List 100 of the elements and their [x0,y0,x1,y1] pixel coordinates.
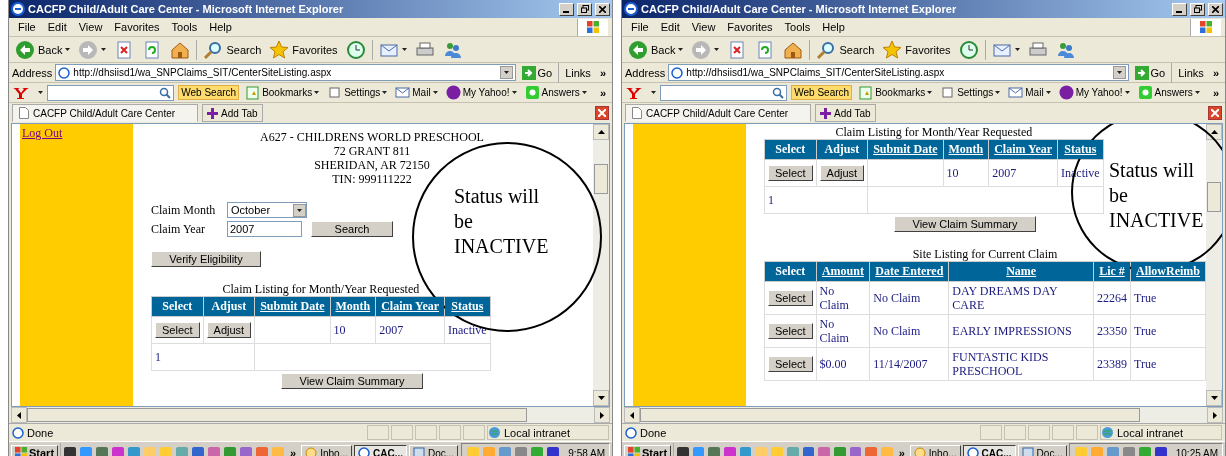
favorites-button[interactable]: Favorites [880,38,953,61]
go-button[interactable]: Go [518,65,556,80]
web-search-button[interactable]: Web Search [791,85,853,100]
scrollbar-thumb[interactable] [594,164,608,194]
close-button[interactable] [595,2,610,16]
mail-button[interactable]: Mail [393,85,440,100]
myyahoo-button[interactable]: My Yahoo! [1056,85,1132,100]
menu-item[interactable]: Tools [779,21,816,33]
yahoo-search-field[interactable] [660,84,788,101]
column-header[interactable]: Submit Date [867,139,943,160]
row-select-button[interactable]: Select [768,356,813,372]
search-button[interactable]: Search [814,38,877,61]
myyahoo-button[interactable]: My Yahoo! [443,85,519,100]
year-input[interactable]: 2007 [227,221,302,237]
search-button[interactable]: Search [201,38,264,61]
answers-button[interactable]: Answers [522,85,589,100]
menu-item[interactable]: Tools [166,21,203,33]
column-header[interactable]: Date Entered [869,261,949,282]
links-button[interactable]: Links [1175,66,1207,79]
add-tab-button[interactable]: Add Tab [815,104,876,122]
page-button[interactable]: View Claim Summary [894,216,1036,232]
forward-button[interactable] [689,38,722,61]
web-search-button[interactable]: Web Search [178,85,240,100]
tray-icon[interactable] [1122,447,1135,456]
column-header[interactable]: AllowReimb [1130,261,1206,282]
month-dropdown[interactable]: October [227,202,307,218]
quick-launch-icon[interactable] [64,447,77,456]
go-button[interactable]: Go [1131,65,1169,80]
menu-item[interactable]: File [626,21,654,33]
tray-icon[interactable] [1154,447,1167,456]
mail-button[interactable]: Mail [1006,85,1053,100]
pager-link[interactable]: 1 [764,186,868,214]
quick-launch-icon[interactable] [192,447,205,456]
taskbar-button[interactable]: Inbo... [909,445,961,456]
back-button[interactable]: Back [13,38,73,61]
row-select-button[interactable]: Select [768,323,813,339]
menu-item[interactable]: File [13,21,41,33]
taskbar-button[interactable]: Inbo... [301,445,352,456]
restore-button[interactable] [577,2,592,16]
column-header[interactable]: Status [444,296,491,317]
minimize-button[interactable] [1172,2,1187,16]
taskbar-button[interactable]: Doc... [1017,445,1067,456]
bookmarks-button[interactable]: Bookmarks [243,85,322,100]
close-tab-button[interactable] [595,106,609,120]
close-button[interactable] [1208,2,1223,16]
chevron[interactable]: » [287,447,300,456]
scrollbar-thumb[interactable] [640,408,1140,422]
links-button[interactable]: Links [562,66,594,79]
log-out-link[interactable]: Log Out [22,126,63,140]
back-button[interactable]: Back [626,38,686,61]
settings-button[interactable]: Settings [325,85,390,100]
chevron[interactable]: » [1209,66,1222,79]
browser-tab[interactable]: CACFP Child/Adult Care Center [12,104,199,122]
bookmarks-button[interactable]: Bookmarks [856,85,935,100]
favorites-button[interactable]: Favorites [267,38,340,61]
minimize-button[interactable] [559,2,574,16]
column-header[interactable]: Lic # [1093,261,1131,282]
row-select-button[interactable]: Adjust [206,322,252,338]
row-select-button[interactable]: Select [768,290,813,306]
taskbar-button[interactable]: CAC... [962,445,1016,456]
pager-link[interactable]: 1 [151,343,255,371]
address-field[interactable]: http://dhsiisd1/wa_SNPClaims_SIT/CenterSiteListing.aspx [668,64,1129,81]
menu-item[interactable]: Edit [42,21,72,33]
page-button[interactable]: View Claim Summary [281,373,423,389]
chevron[interactable]: » [596,86,609,99]
scrollbar-thumb[interactable] [27,408,527,422]
taskbar-button[interactable]: Doc... [409,445,459,456]
row-select-button[interactable]: Adjust [819,165,865,181]
menu-item[interactable]: Favorites [109,21,165,33]
menu-item[interactable]: Edit [655,21,685,33]
chevron[interactable]: » [596,66,609,79]
page-button[interactable]: Verify Eligibility [151,251,261,267]
taskbar-button[interactable]: CAC... [354,445,407,456]
column-header[interactable]: Month [330,296,376,317]
menu-item[interactable]: Favorites [722,21,778,33]
chevron[interactable]: » [1209,86,1222,99]
search-button[interactable]: Search [311,221,393,237]
yahoo-search-field[interactable] [47,84,175,101]
column-header[interactable]: Name [948,261,1094,282]
add-tab-button[interactable]: Add Tab [202,104,263,122]
column-header[interactable]: Submit Date [254,296,330,317]
menu-item[interactable]: View [686,21,721,33]
close-tab-button[interactable] [1208,106,1222,120]
scrollbar-thumb[interactable] [1207,182,1221,212]
column-header[interactable]: Amount [816,261,870,282]
restore-button[interactable] [1190,2,1205,16]
column-header[interactable]: Claim Year [988,139,1058,160]
row-select-button[interactable]: Select [768,165,813,181]
forward-button[interactable] [76,38,109,61]
tray-icon[interactable] [515,447,528,456]
row-select-button[interactable]: Select [155,322,200,338]
column-header[interactable]: Claim Year [375,296,445,317]
tray-icon[interactable] [547,447,560,456]
browser-tab[interactable]: CACFP Child/Adult Care Center [625,104,812,122]
chevron[interactable]: » [895,447,908,456]
menu-item[interactable]: Help [204,21,237,33]
menu-item[interactable]: Help [817,21,850,33]
settings-button[interactable]: Settings [938,85,1003,100]
column-header[interactable]: Status [1057,139,1104,160]
address-field[interactable]: http://dhsiisd1/wa_SNPClaims_SIT/CenterSiteListing.aspx [55,64,516,81]
